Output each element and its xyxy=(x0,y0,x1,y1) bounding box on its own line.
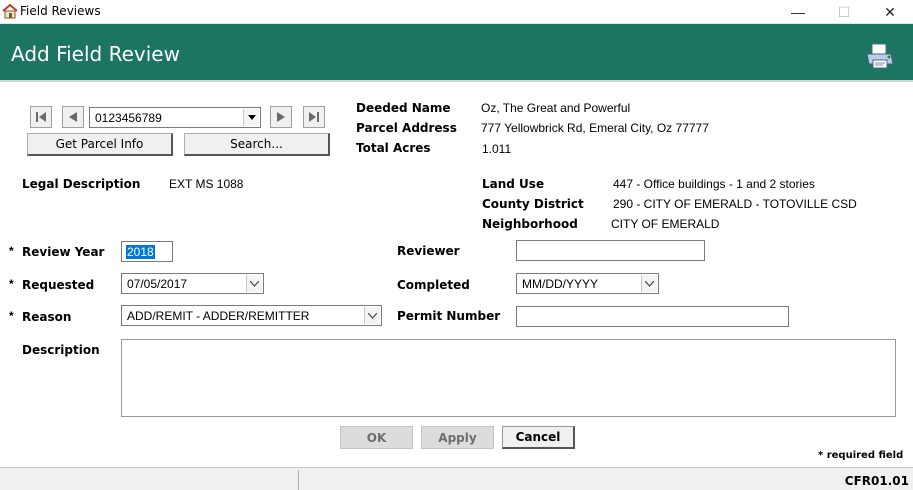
land-use-value: 447 - Office buildings - 1 and 2 stories xyxy=(613,177,815,191)
skip-first-icon xyxy=(36,112,46,122)
reviewer-input[interactable] xyxy=(516,240,705,261)
search-button[interactable]: Search... xyxy=(184,133,330,156)
legal-description-label: Legal Description xyxy=(22,177,141,191)
next-record-button[interactable] xyxy=(270,106,292,128)
last-record-button[interactable] xyxy=(303,106,325,128)
page-title: Add Field Review xyxy=(11,42,180,66)
review-year-input[interactable]: 2018 xyxy=(121,241,173,262)
window-title: Field Reviews xyxy=(20,4,101,18)
county-district-label: County District xyxy=(482,197,584,211)
requested-date-picker[interactable]: 07/05/2017 xyxy=(121,273,264,294)
required-marker: * xyxy=(9,244,14,258)
requested-label: Requested xyxy=(22,278,95,292)
status-divider xyxy=(298,470,299,490)
apply-button[interactable]: Apply xyxy=(421,426,494,449)
completed-label: Completed xyxy=(397,278,470,292)
previous-icon xyxy=(69,112,77,122)
cancel-button[interactable]: Cancel xyxy=(502,426,575,449)
chevron-down-icon[interactable] xyxy=(243,109,259,126)
printer-icon[interactable] xyxy=(864,42,896,70)
required-marker: * xyxy=(9,309,14,323)
ok-button[interactable]: OK xyxy=(340,426,413,449)
completed-date-picker[interactable]: MM/DD/YYYY xyxy=(516,273,659,294)
requested-date-value: 07/05/2017 xyxy=(127,277,188,291)
reason-select[interactable]: ADD/REMIT - ADDER/REMITTER xyxy=(121,305,382,326)
permit-number-input[interactable] xyxy=(516,306,789,327)
page-header: Add Field Review xyxy=(0,24,913,82)
title-bar: Field Reviews — ☐ ✕ xyxy=(0,0,913,24)
land-use-label: Land Use xyxy=(482,177,545,191)
total-acres-label: Total Acres xyxy=(356,141,431,155)
next-icon xyxy=(277,112,285,122)
parcel-address-value: 777 Yellowbrick Rd, Emeral City, Oz 7777… xyxy=(481,121,709,135)
reviewer-label: Reviewer xyxy=(397,244,460,258)
screen-code: CFR01.01 xyxy=(844,474,909,488)
neighborhood-label: Neighborhood xyxy=(482,217,578,231)
home-icon xyxy=(2,4,18,19)
parcel-address-label: Parcel Address xyxy=(356,121,457,135)
permit-number-label: Permit Number xyxy=(397,309,501,323)
neighborhood-value: CITY OF EMERALD xyxy=(611,217,720,231)
chevron-down-icon[interactable] xyxy=(246,275,262,292)
skip-last-icon xyxy=(309,112,319,122)
completed-date-value: MM/DD/YYYY xyxy=(522,277,599,291)
status-bar: CFR01.01 xyxy=(0,467,913,490)
get-parcel-info-button[interactable]: Get Parcel Info xyxy=(27,133,173,156)
deeded-name-value: Oz, The Great and Powerful xyxy=(481,101,631,115)
first-record-button[interactable] xyxy=(30,106,52,128)
description-textarea[interactable] xyxy=(121,339,896,417)
previous-record-button[interactable] xyxy=(62,106,84,128)
legal-description-value: EXT MS 1088 xyxy=(169,177,244,191)
review-year-value: 2018 xyxy=(126,245,155,259)
minimize-button[interactable]: — xyxy=(775,0,821,24)
chevron-down-icon[interactable] xyxy=(641,275,657,292)
maximize-button[interactable]: ☐ xyxy=(821,0,867,24)
county-district-value: 290 - CITY OF EMERALD - TOTOVILLE CSD xyxy=(613,197,857,211)
parcel-number-value: 0123456789 xyxy=(95,111,162,125)
review-year-label: Review Year xyxy=(22,245,105,259)
reason-value: ADD/REMIT - ADDER/REMITTER xyxy=(127,309,310,323)
description-label: Description xyxy=(22,343,100,357)
deeded-name-label: Deeded Name xyxy=(356,101,451,115)
close-button[interactable]: ✕ xyxy=(867,0,913,24)
total-acres-value: 1.011 xyxy=(482,142,512,156)
required-field-note: * required field xyxy=(818,450,904,461)
required-marker: * xyxy=(9,277,14,291)
chevron-down-icon[interactable] xyxy=(364,307,380,324)
reason-label: Reason xyxy=(22,310,72,324)
parcel-number-select[interactable]: 0123456789 xyxy=(89,107,261,128)
